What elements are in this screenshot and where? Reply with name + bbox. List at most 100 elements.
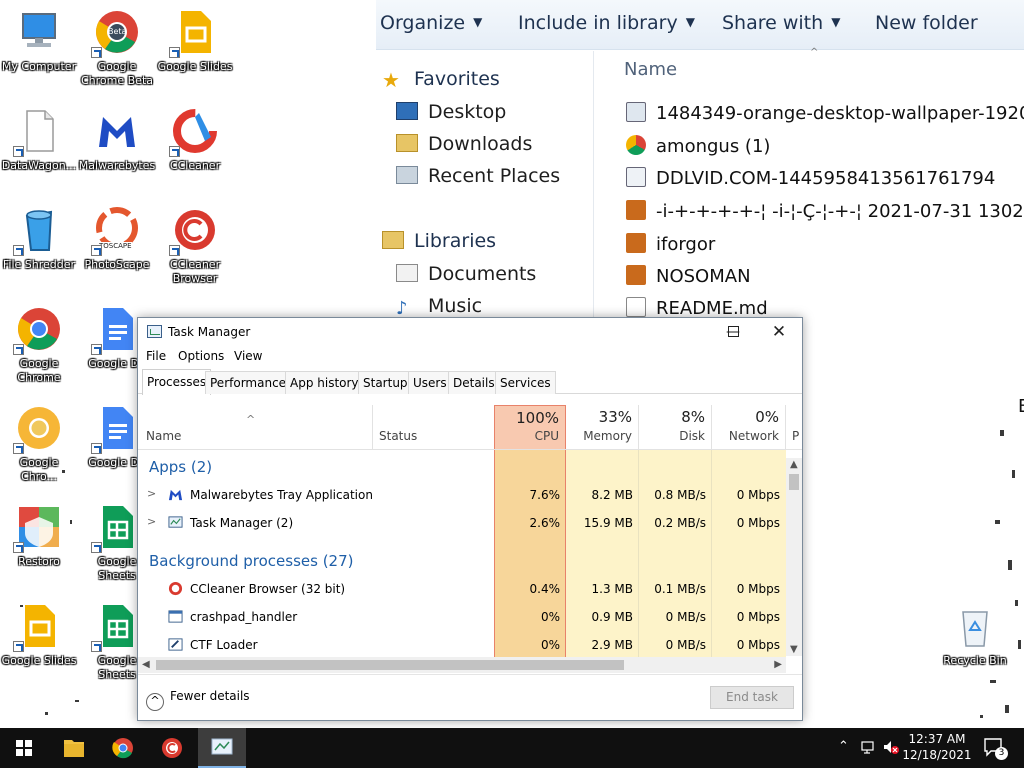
fewer-details-button[interactable]: ^ Fewer details — [146, 689, 250, 711]
scroll-right-arrow-icon[interactable]: ▶ — [774, 659, 782, 670]
desktop-icon-my-computer[interactable]: My Computer — [0, 8, 78, 74]
nav-recent-places[interactable]: Recent Places — [396, 165, 560, 187]
scroll-left-arrow-icon[interactable]: ◀ — [142, 659, 150, 670]
desktop-icon-malwarebytes[interactable]: Malwarebytes — [78, 107, 156, 173]
tab-startup[interactable]: Startup — [358, 371, 413, 394]
shortcut-arrow-icon — [13, 542, 24, 553]
title-bar[interactable]: Task Manager — ✕ — [138, 318, 802, 346]
column-header-disk[interactable]: 8% Disk — [639, 405, 712, 449]
table-row[interactable]: crashpad_handler 0% 0.9 MB 0 MB/s 0 Mbps — [138, 603, 786, 631]
desktop-icon-ccleaner[interactable]: CCleaner — [156, 107, 234, 173]
column-header-status[interactable]: Status — [373, 405, 494, 449]
scroll-down-arrow-icon[interactable]: ▼ — [790, 644, 798, 655]
tab-users[interactable]: Users — [408, 371, 452, 394]
nav-music[interactable]: ♪ Music — [396, 295, 482, 319]
libraries-icon — [382, 231, 404, 249]
table-row[interactable]: CCleaner Browser (32 bit) 0.4% 1.3 MB 0.… — [138, 575, 786, 603]
process-disk: 0.2 MB/s — [654, 516, 706, 530]
menu-file[interactable]: File — [146, 349, 166, 363]
vertical-scroll-thumb[interactable] — [789, 474, 799, 490]
tab-app-history[interactable]: App history — [285, 371, 364, 394]
vertical-scrollbar[interactable]: ▲ ▼ — [786, 458, 802, 656]
horizontal-scroll-thumb[interactable] — [156, 660, 624, 670]
desktop-icon-google-slides[interactable]: Google Slides — [156, 8, 234, 74]
google-slides-icon — [169, 8, 219, 58]
action-center-button[interactable]: 3 — [983, 737, 1008, 760]
app-window-icon — [168, 610, 183, 623]
desktop-icon-label: File Shredder — [2, 258, 76, 271]
desktop-icon-photoscape[interactable]: TOSCAPE PhotoScape — [78, 206, 156, 272]
desktop-icon-google-slides[interactable]: Google Slides — [0, 602, 78, 668]
shortcut-arrow-icon — [13, 641, 24, 652]
menu-options[interactable]: Options — [178, 349, 224, 363]
nav-desktop[interactable]: Desktop — [396, 101, 506, 123]
desktop-icon-google-chrome-beta[interactable]: Beta Google Chrome Beta — [78, 8, 156, 88]
fewer-details-label: Fewer details — [170, 689, 250, 703]
nav-downloads-label: Downloads — [428, 133, 533, 155]
nav-downloads[interactable]: Downloads — [396, 133, 532, 155]
expand-chevron-icon[interactable]: > — [147, 487, 156, 500]
maximize-icon[interactable] — [728, 326, 739, 337]
desktop-icon-ccleaner-browser[interactable]: CCleaner Browser — [156, 206, 234, 286]
taskbar-ccleaner-browser[interactable] — [148, 728, 196, 768]
table-row[interactable]: > Malwarebytes Tray Application 7.6% 8.2… — [138, 481, 786, 509]
file-item[interactable]: DDLVID.COM-1445958413561761794 — [626, 167, 995, 189]
nav-documents[interactable]: Documents — [396, 263, 536, 285]
file-item[interactable]: NOSOMAN — [626, 265, 751, 287]
desktop-icon-google-chrome[interactable]: Google Chrome — [0, 305, 78, 385]
file-item[interactable]: 1484349-orange-desktop-wallpaper-1920... — [626, 102, 1024, 124]
taskbar-clock[interactable]: 12:37 AM 12/18/2021 — [896, 731, 978, 763]
taskbar: ⌃ 12:37 AM 12/18/2021 3 — [0, 728, 1024, 768]
table-row[interactable]: CTF Loader 0% 2.9 MB 0 MB/s 0 Mbps — [138, 631, 786, 657]
column-header-cpu[interactable]: 100% CPU — [494, 405, 566, 449]
tab-services[interactable]: Services — [495, 371, 556, 394]
process-memory: 15.9 MB — [583, 516, 633, 530]
desktop-icon-google-chrome-canary[interactable]: Google Chro... — [0, 404, 78, 484]
shortcut-arrow-icon — [169, 146, 180, 157]
group-row-background[interactable]: Background processes (27) — [138, 547, 786, 575]
taskbar-chrome[interactable] — [99, 728, 147, 768]
file-item[interactable]: iforgor — [626, 233, 715, 255]
desktop-icon-file-shredder[interactable]: File Shredder — [0, 206, 78, 272]
taskbar-task-manager[interactable] — [198, 728, 246, 768]
share-with-button[interactable]: Share with ▼ — [722, 12, 840, 34]
show-hidden-icons-icon[interactable]: ⌃ — [838, 739, 849, 768]
process-name: crashpad_handler — [190, 610, 298, 624]
file-item[interactable]: -i-+-+-+-+-¦ -i-¦-Ç-¦-+-¦ 2021-07-31 130… — [626, 200, 1024, 222]
tab-processes[interactable]: Processes — [142, 369, 212, 395]
column-header-memory[interactable]: 33% Memory — [566, 405, 639, 449]
nav-favorites[interactable]: ★ Favorites — [382, 68, 500, 92]
start-button[interactable] — [0, 728, 48, 768]
expand-chevron-icon[interactable]: > — [147, 515, 156, 528]
process-name: CTF Loader — [190, 638, 258, 652]
menu-view[interactable]: View — [234, 349, 262, 363]
close-button[interactable]: ✕ — [756, 318, 802, 346]
file-item[interactable]: amongus (1) — [626, 135, 770, 157]
network-icon[interactable] — [860, 739, 876, 768]
organize-button[interactable]: Organize ▼ — [380, 12, 482, 34]
taskbar-file-explorer[interactable] — [50, 728, 98, 768]
desktop-icon-recycle-bin[interactable]: Recycle Bin — [936, 602, 1014, 668]
file-item[interactable]: README.md — [626, 297, 768, 319]
column-header-network[interactable]: 0% Network — [712, 405, 786, 449]
wallpaper-speck — [1005, 705, 1009, 713]
end-task-button[interactable]: End task — [710, 686, 794, 709]
tab-strip: Processes Performance App history Startu… — [138, 369, 802, 395]
header-name-label: Name — [146, 429, 182, 443]
new-folder-button[interactable]: New folder — [875, 12, 978, 34]
wallpaper-speck — [1008, 560, 1012, 570]
desktop-icon-datawagon[interactable]: DataWagon... — [0, 107, 78, 173]
desktop-icon-restoro[interactable]: Restoro — [0, 503, 78, 569]
group-row-apps[interactable]: Apps (2) — [138, 453, 786, 481]
scroll-up-arrow-icon[interactable]: ▲ — [790, 459, 798, 470]
include-in-library-button[interactable]: Include in library ▼ — [518, 12, 695, 34]
nav-libraries[interactable]: Libraries — [382, 230, 496, 252]
column-header-name[interactable]: Name — [624, 59, 677, 80]
tab-performance[interactable]: Performance — [205, 371, 292, 394]
table-row[interactable]: > Task Manager (2) 2.6% 15.9 MB 0.2 MB/s… — [138, 509, 786, 537]
google-slides-icon — [13, 602, 63, 652]
tab-details[interactable]: Details — [448, 371, 500, 394]
column-header-power[interactable]: P — [786, 405, 802, 449]
horizontal-scrollbar[interactable]: ◀ ▶ — [138, 657, 786, 673]
column-header-name[interactable]: ^ Name — [138, 405, 373, 449]
